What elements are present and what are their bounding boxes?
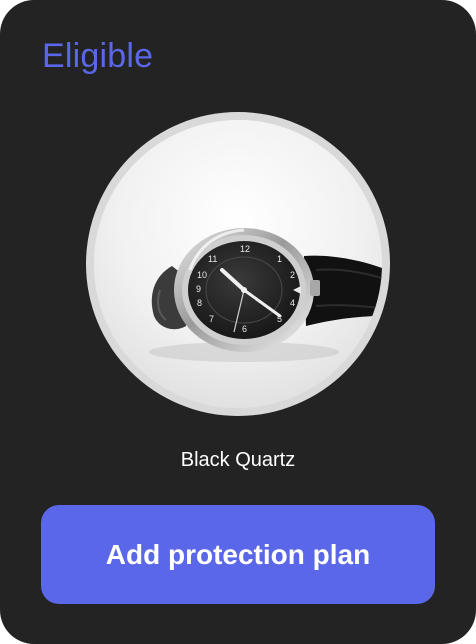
svg-text:11: 11 [208,254,217,264]
wristwatch-icon: 12 1 2 4 5 6 7 8 9 10 11 [94,120,382,408]
svg-text:6: 6 [242,324,247,334]
product-card: Eligible 12 1 2 4 5 6 7 8 9 10 11 Black … [0,0,476,644]
product-image-frame: 12 1 2 4 5 6 7 8 9 10 11 [86,112,390,416]
add-protection-plan-button[interactable]: Add protection plan [41,505,435,604]
svg-text:7: 7 [209,314,214,324]
svg-text:10: 10 [197,270,207,280]
eligibility-status: Eligible [42,37,154,75]
svg-text:4: 4 [290,298,295,308]
svg-text:9: 9 [196,284,201,294]
svg-text:1: 1 [277,254,282,264]
svg-text:2: 2 [290,270,295,280]
product-image: 12 1 2 4 5 6 7 8 9 10 11 [94,120,382,408]
svg-text:12: 12 [240,244,250,254]
svg-text:8: 8 [197,298,202,308]
product-name: Black Quartz [180,449,296,471]
